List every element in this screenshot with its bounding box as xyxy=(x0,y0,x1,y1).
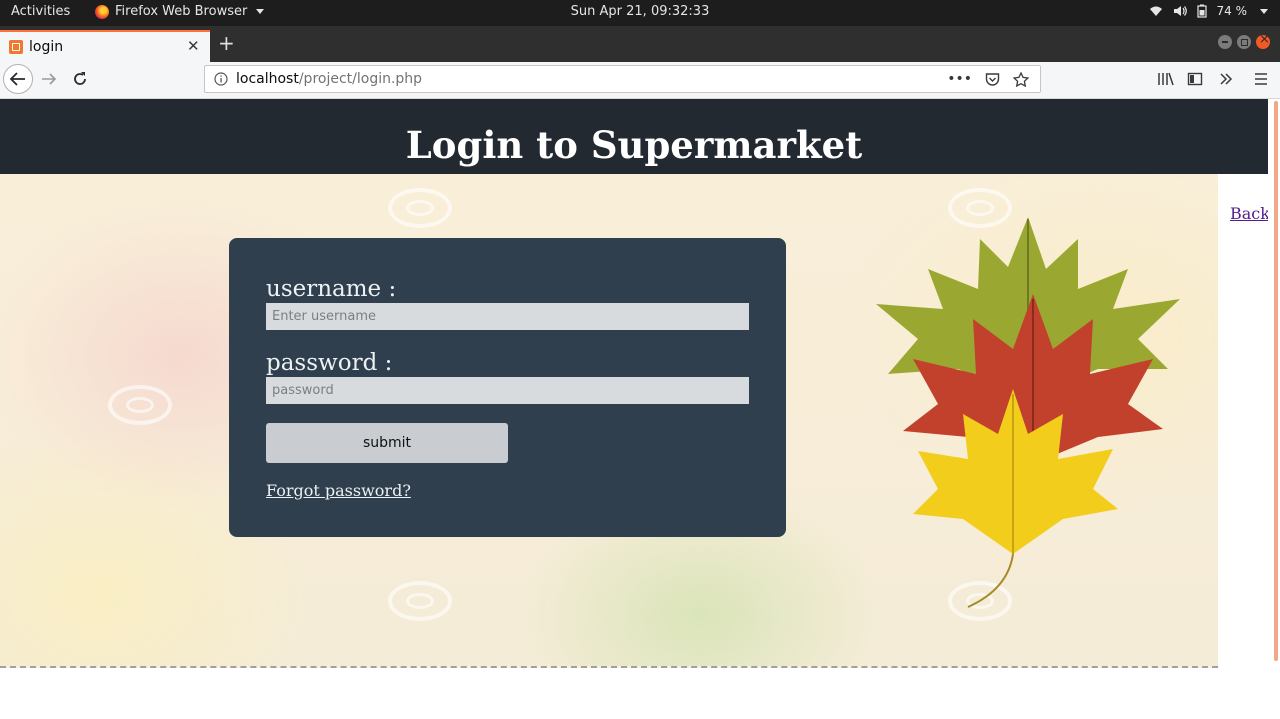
back-link[interactable]: Back xyxy=(1230,204,1270,223)
tab-login[interactable]: login ✕ xyxy=(0,30,210,62)
firefox-icon xyxy=(95,4,109,19)
watermark-icon xyxy=(388,581,452,621)
minimize-button[interactable] xyxy=(1218,35,1232,49)
url-bar[interactable]: localhost/project/login.php ••• xyxy=(204,65,1041,93)
arrow-left-icon xyxy=(9,72,25,86)
battery-percent: 74 % xyxy=(1216,4,1248,18)
forward-button[interactable] xyxy=(40,70,58,88)
watermark-icon xyxy=(388,188,452,228)
submit-button[interactable]: submit xyxy=(266,423,508,463)
page-header: Login to Supermarket xyxy=(0,99,1268,174)
page-title: Login to Supermarket xyxy=(405,123,863,167)
window-controls xyxy=(1218,32,1270,49)
url-path: /project/login.php xyxy=(298,71,423,87)
caret-down-icon xyxy=(256,9,265,14)
wifi-icon xyxy=(1149,6,1162,16)
page-viewport: Login to Supermarket Back username : Ent… xyxy=(0,99,1280,719)
forgot-password-link[interactable]: Forgot password? xyxy=(266,481,411,500)
watermark-icon xyxy=(108,385,172,425)
battery-icon xyxy=(1196,4,1207,18)
tab-title: login xyxy=(29,39,64,55)
caret-down-icon xyxy=(1260,8,1268,14)
overflow-chevron-icon[interactable] xyxy=(1218,71,1234,87)
page-actions-icon[interactable]: ••• xyxy=(947,71,972,87)
new-tab-button[interactable]: + xyxy=(218,30,235,56)
maple-leaves-image xyxy=(876,217,1180,608)
app-menu-label: Firefox Web Browser xyxy=(115,4,248,19)
activities-button[interactable]: Activities xyxy=(11,4,70,19)
username-label: username : xyxy=(266,276,397,302)
system-top-bar: Activities Firefox Web Browser Sun Apr 2… xyxy=(0,0,1280,26)
back-button[interactable] xyxy=(3,64,33,94)
bookmark-star-icon[interactable] xyxy=(1013,71,1029,87)
close-tab-icon[interactable]: ✕ xyxy=(187,37,200,55)
hamburger-menu-icon[interactable] xyxy=(1254,71,1268,87)
pocket-icon[interactable] xyxy=(985,72,1000,86)
url-host: localhost xyxy=(236,71,299,87)
password-input[interactable] xyxy=(266,377,749,404)
password-label: password : xyxy=(266,350,393,376)
xampp-favicon-icon xyxy=(9,40,23,54)
url-text[interactable]: localhost/project/login.php xyxy=(236,71,422,87)
library-icon[interactable] xyxy=(1157,71,1175,87)
navigation-toolbar: localhost/project/login.php ••• xyxy=(0,62,1280,99)
username-input[interactable] xyxy=(266,303,749,330)
login-form: username : password : submit Forgot pass… xyxy=(229,238,786,537)
volume-icon xyxy=(1173,6,1187,16)
reload-button[interactable] xyxy=(71,70,89,88)
tab-strip: login ✕ + xyxy=(0,26,1280,62)
info-icon[interactable] xyxy=(214,72,228,86)
sidebar-icon[interactable] xyxy=(1187,71,1203,87)
scrollbar-thumb[interactable] xyxy=(1274,101,1278,661)
maximize-button[interactable] xyxy=(1237,35,1251,49)
app-menu[interactable]: Firefox Web Browser xyxy=(95,4,265,19)
close-window-button[interactable] xyxy=(1256,32,1270,49)
scrollbar[interactable] xyxy=(1268,99,1280,719)
status-area[interactable]: 74 % xyxy=(1149,4,1268,18)
